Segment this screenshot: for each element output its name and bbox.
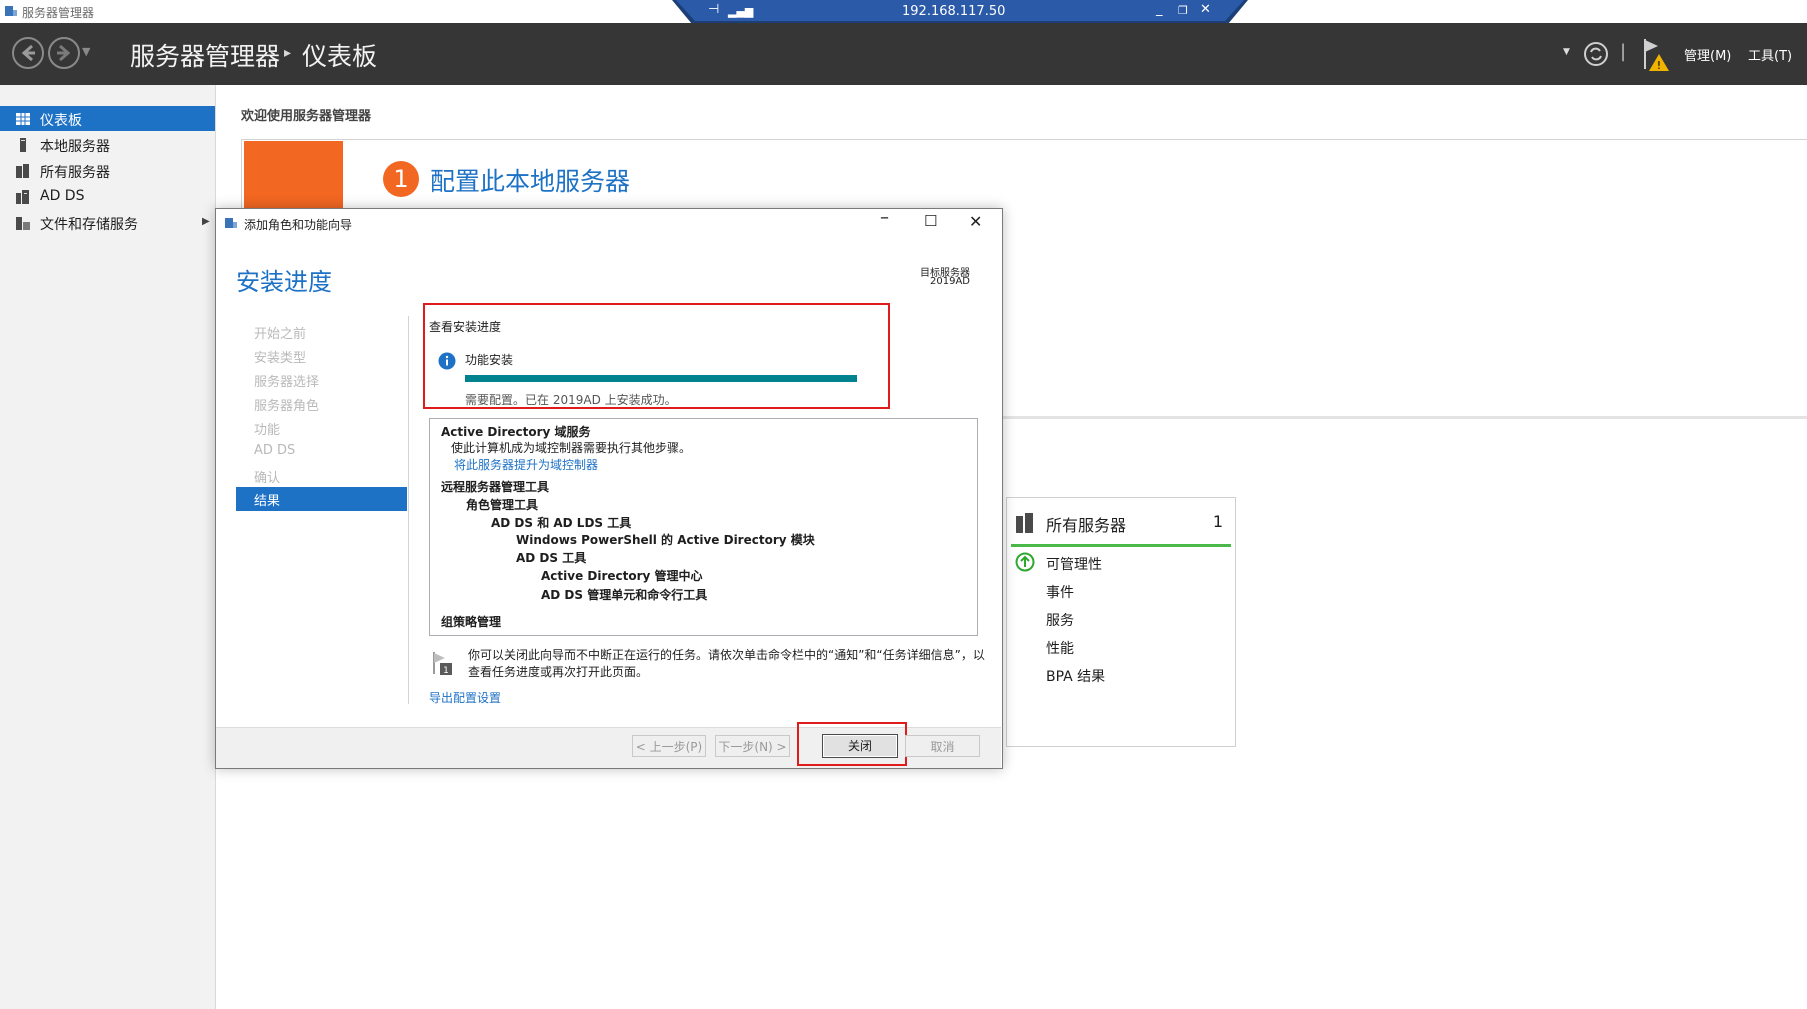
menu-manage[interactable]: 管理(M) xyxy=(1684,45,1731,64)
wizard-step-installation-type: 安装类型 xyxy=(254,351,307,366)
storage-icon xyxy=(16,217,30,230)
welcome-heading: 欢迎使用服务器管理器 xyxy=(241,109,372,124)
sidebar-item-ad-ds[interactable]: AD DS xyxy=(0,184,215,209)
step-number-badge: 1 xyxy=(383,161,419,197)
result-adac: Active Directory 管理中心 xyxy=(541,569,703,583)
wizard-step-label: 结果 xyxy=(254,494,281,509)
sidebar-item-label: AD DS xyxy=(40,188,85,204)
results-list[interactable]: Active Directory 域服务 使此计算机成为域控制器需要执行其他步骤… xyxy=(429,418,978,636)
sidebar: 仪表板 本地服务器 所有服务器 AD DS 文件和存储服务 ▶ xyxy=(0,85,216,1009)
wizard-step-server-selection: 服务器选择 xyxy=(254,375,320,390)
tile-status-bar xyxy=(1011,544,1231,547)
tile-title[interactable]: 所有服务器 xyxy=(1046,512,1126,536)
result-gpm: 组策略管理 xyxy=(441,615,502,629)
wizard-step-server-roles: 服务器角色 xyxy=(254,399,320,414)
previous-button[interactable]: < 上一步(P) xyxy=(632,735,706,757)
window-title: 服务器管理器 xyxy=(22,6,95,20)
rdp-host-address: 192.168.117.50 xyxy=(902,4,1006,19)
tile-row-services[interactable]: 服务 xyxy=(1046,610,1074,630)
sidebar-item-label: 文件和存储服务 xyxy=(40,217,138,233)
breadcrumb-app[interactable]: 服务器管理器 xyxy=(130,37,280,73)
wizard-step-confirmation: 确认 xyxy=(254,471,281,486)
rdp-close-icon[interactable]: ✕ xyxy=(1200,2,1211,17)
breadcrumb-separator-icon: ▸ xyxy=(284,45,292,61)
configure-local-server-link[interactable]: 配置此本地服务器 xyxy=(430,162,630,198)
header-divider: | xyxy=(1620,41,1627,62)
menu-tools[interactable]: 工具(T) xyxy=(1748,45,1792,64)
refresh-icon[interactable] xyxy=(1583,41,1609,67)
rdp-restore-icon[interactable]: ❐ xyxy=(1178,4,1188,17)
signal-icon: ▂▄▆ xyxy=(728,5,754,18)
server-icon xyxy=(20,138,26,152)
tile-row-performance[interactable]: 性能 xyxy=(1046,638,1074,658)
forward-arrow-icon xyxy=(57,44,71,62)
sidebar-item-label: 本地服务器 xyxy=(40,139,110,155)
forward-button[interactable] xyxy=(48,37,80,69)
sidebar-item-label: 仪表板 xyxy=(40,113,82,129)
sidebar-item-all-servers[interactable]: 所有服务器 xyxy=(0,158,215,183)
result-adds-desc: 使此计算机成为域控制器需要执行其他步骤。 xyxy=(451,441,692,455)
ad-ds-icon xyxy=(16,190,29,204)
wizard-app-icon xyxy=(225,218,237,228)
sidebar-item-file-storage[interactable]: 文件和存储服务 ▶ xyxy=(0,210,215,235)
result-snapins: AD DS 管理单元和命令行工具 xyxy=(541,588,708,602)
back-button[interactable] xyxy=(12,37,44,69)
svg-text:1: 1 xyxy=(443,666,449,676)
pin-icon[interactable]: ⊣ xyxy=(708,2,719,17)
install-status-text: 需要配置。已在 2019AD 上安装成功。 xyxy=(465,393,677,407)
install-progress-bar xyxy=(465,375,857,382)
all-servers-tile[interactable]: 所有服务器 1 可管理性 事件 服务 性能 BPA 结果 xyxy=(1006,497,1236,747)
back-arrow-icon xyxy=(21,44,35,62)
result-ps-module: Windows PowerShell 的 Active Directory 模块 xyxy=(516,533,815,547)
wizard-step-results[interactable]: 结果 xyxy=(236,487,407,511)
app-header: ▼ 服务器管理器 ▸ 仪表板 ▼ | ! 管理(M) 工具(T) xyxy=(0,23,1807,85)
breadcrumb-page: 仪表板 xyxy=(302,42,378,71)
promote-to-dc-link[interactable]: 将此服务器提升为域控制器 xyxy=(454,456,598,473)
dialog-minimize-icon[interactable]: – xyxy=(880,207,889,228)
progress-section-title: 查看安装进度 xyxy=(429,320,502,334)
tile-row-manageability[interactable]: 可管理性 xyxy=(1046,554,1102,574)
task-flag-icon: 1 xyxy=(433,652,452,676)
svg-text:!: ! xyxy=(1657,59,1661,72)
wizard-step-before-you-begin: 开始之前 xyxy=(254,327,307,342)
dialog-heading: 安装进度 xyxy=(236,268,332,296)
dialog-title: 添加角色和功能向导 xyxy=(244,218,353,232)
dialog-divider xyxy=(408,316,409,704)
servers-icon xyxy=(1016,513,1033,533)
target-server-name: 2019AD xyxy=(930,276,970,287)
wizard-step-features: 功能 xyxy=(254,423,281,438)
servers-icon xyxy=(16,164,29,178)
close-wizard-note: 你可以关闭此向导而不中断正在运行的任务。请依次单击命令栏中的“通知”和“任务详细… xyxy=(468,648,985,679)
expand-chevron-icon[interactable]: ▶ xyxy=(202,216,210,227)
export-config-link[interactable]: 导出配置设置 xyxy=(429,689,501,706)
server-manager-icon xyxy=(5,6,17,16)
next-button[interactable]: 下一步(N) > xyxy=(715,735,790,757)
tile-row-events[interactable]: 事件 xyxy=(1046,582,1074,602)
result-rsat: 远程服务器管理工具 xyxy=(441,480,550,494)
wizard-step-ad-ds: AD DS xyxy=(254,443,296,458)
rdp-connection-bar[interactable]: ⊣ ▂▄▆ 192.168.117.50 _ ❐ ✕ xyxy=(672,0,1248,24)
dashboard-icon xyxy=(16,113,30,125)
cancel-button[interactable]: 取消 xyxy=(905,735,980,757)
tile-row-bpa[interactable]: BPA 结果 xyxy=(1046,666,1105,686)
sidebar-item-dashboard[interactable]: 仪表板 xyxy=(0,106,215,131)
rdp-minimize-icon[interactable]: _ xyxy=(1156,2,1163,17)
header-dropdown-icon[interactable]: ▼ xyxy=(1563,47,1570,57)
result-adds-title: Active Directory 域服务 xyxy=(441,425,591,439)
dialog-maximize-icon[interactable]: ☐ xyxy=(924,212,937,230)
notifications-flag-icon[interactable]: ! xyxy=(1642,37,1672,73)
sidebar-item-label: 所有服务器 xyxy=(40,165,110,181)
dialog-close-icon[interactable]: ✕ xyxy=(969,212,982,231)
result-adds-tools: AD DS 工具 xyxy=(516,551,587,565)
result-adds-lds-tools: AD DS 和 AD LDS 工具 xyxy=(491,516,632,530)
section-divider xyxy=(1000,416,1807,419)
status-ok-up-arrow-icon xyxy=(1015,552,1035,572)
history-dropdown-icon[interactable]: ▼ xyxy=(82,45,90,58)
info-icon xyxy=(438,352,456,370)
feature-install-label: 功能安装 xyxy=(465,353,514,367)
sidebar-item-local-server[interactable]: 本地服务器 xyxy=(0,132,215,157)
close-button[interactable]: 关闭 xyxy=(822,734,898,758)
tile-server-count: 1 xyxy=(1212,512,1223,531)
result-role-tools: 角色管理工具 xyxy=(466,498,539,512)
